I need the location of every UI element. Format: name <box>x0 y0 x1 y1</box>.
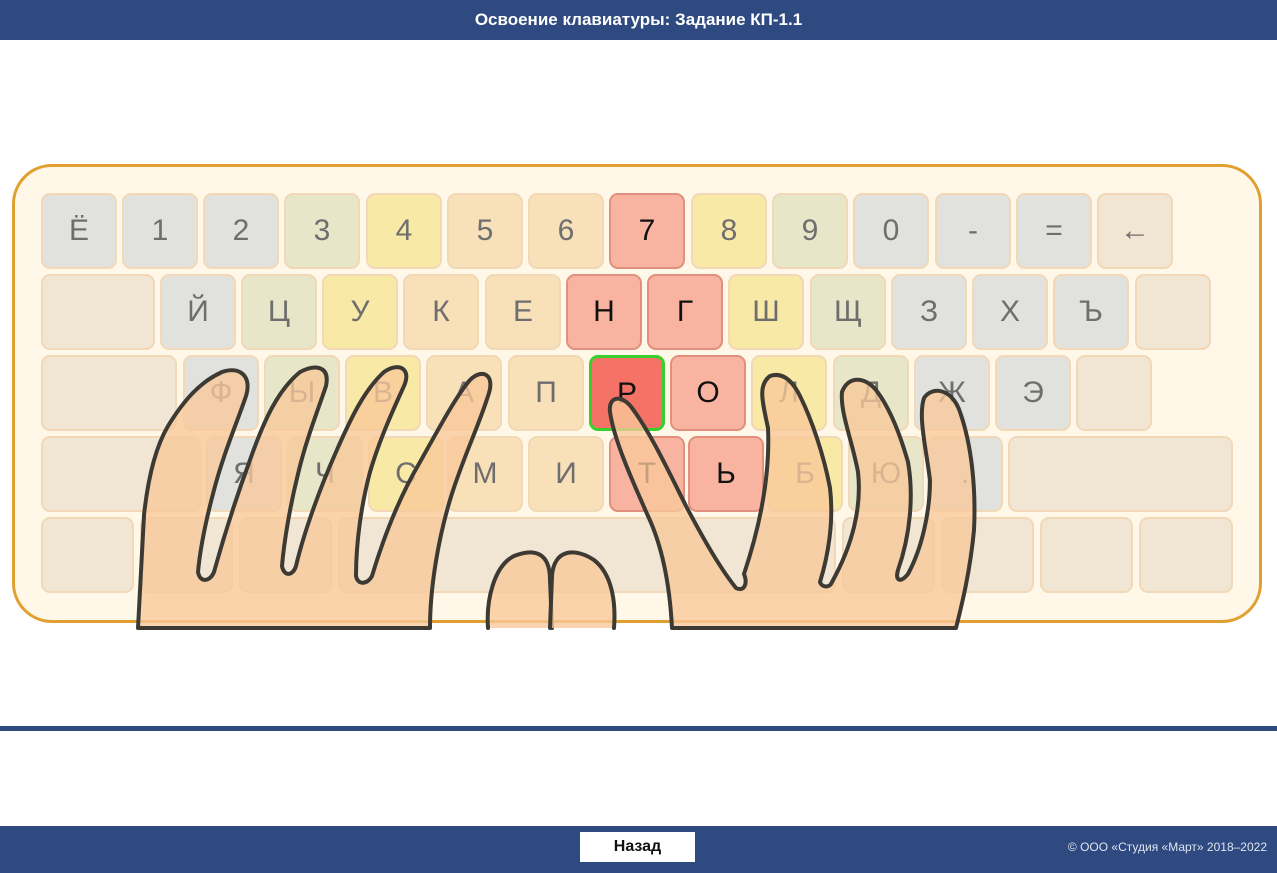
key-f[interactable]: Ф <box>183 355 259 431</box>
key-yu[interactable]: Ю <box>848 436 924 512</box>
key-backslash[interactable] <box>1135 274 1211 350</box>
key-caps-lock[interactable] <box>41 355 177 431</box>
key-right-shift[interactable] <box>1008 436 1233 512</box>
key-zh[interactable]: Ж <box>914 355 990 431</box>
footer-bar: Назад © ООО «Студия «Март» 2018–2022 <box>0 826 1277 873</box>
key-yo[interactable]: Ё <box>41 193 117 269</box>
key-s[interactable]: С <box>368 436 444 512</box>
back-button[interactable]: Назад <box>580 832 695 862</box>
key-7[interactable]: 7 <box>609 193 685 269</box>
key-n[interactable]: Н <box>566 274 642 350</box>
key-ts[interactable]: Ц <box>241 274 317 350</box>
key-e[interactable]: Е <box>485 274 561 350</box>
key-2[interactable]: 2 <box>203 193 279 269</box>
page-title: Освоение клавиатуры: Задание КП-1.1 <box>0 0 1277 40</box>
key-z[interactable]: З <box>891 274 967 350</box>
key-o[interactable]: О <box>670 355 746 431</box>
key-p[interactable]: П <box>508 355 584 431</box>
key-t[interactable]: Т <box>609 436 685 512</box>
key-soft-sign[interactable]: Ь <box>688 436 764 512</box>
key-k[interactable]: К <box>403 274 479 350</box>
key-4[interactable]: 4 <box>366 193 442 269</box>
key-d[interactable]: Д <box>833 355 909 431</box>
key-l[interactable]: Л <box>751 355 827 431</box>
separator-line <box>0 726 1277 731</box>
key-3[interactable]: 3 <box>284 193 360 269</box>
key-period[interactable]: . <box>927 436 1003 512</box>
key-sh[interactable]: Ш <box>728 274 804 350</box>
key-0[interactable]: 0 <box>853 193 929 269</box>
key-b[interactable]: Б <box>767 436 843 512</box>
key-m[interactable]: М <box>447 436 523 512</box>
key-r-current[interactable]: Р <box>589 355 665 431</box>
key-1[interactable]: 1 <box>122 193 198 269</box>
key-9[interactable]: 9 <box>772 193 848 269</box>
key-right-win[interactable] <box>941 517 1034 593</box>
key-j[interactable]: Й <box>160 274 236 350</box>
key-g[interactable]: Г <box>647 274 723 350</box>
key-right-alt[interactable] <box>842 517 935 593</box>
key-left-alt[interactable] <box>239 517 332 593</box>
key-left-shift[interactable] <box>41 436 201 512</box>
key-enter[interactable] <box>1076 355 1152 431</box>
key-v[interactable]: В <box>345 355 421 431</box>
key-shch[interactable]: Щ <box>810 274 886 350</box>
key-a[interactable]: А <box>426 355 502 431</box>
key-5[interactable]: 5 <box>447 193 523 269</box>
key-space[interactable] <box>338 517 836 593</box>
key-ch[interactable]: Ч <box>287 436 363 512</box>
key-tab[interactable] <box>41 274 155 350</box>
key-8[interactable]: 8 <box>691 193 767 269</box>
key-i[interactable]: И <box>528 436 604 512</box>
key-backspace[interactable]: ← <box>1097 193 1173 269</box>
key-y[interactable]: Ы <box>264 355 340 431</box>
key-u[interactable]: У <box>322 274 398 350</box>
key-h[interactable]: Х <box>972 274 1048 350</box>
key-menu[interactable] <box>1040 517 1133 593</box>
key-hard-sign[interactable]: Ъ <box>1053 274 1129 350</box>
key-6[interactable]: 6 <box>528 193 604 269</box>
key-minus[interactable]: - <box>935 193 1011 269</box>
key-eh[interactable]: Э <box>995 355 1071 431</box>
key-left-win[interactable] <box>140 517 233 593</box>
key-right-ctrl[interactable] <box>1139 517 1233 593</box>
copyright-text: © ООО «Студия «Март» 2018–2022 <box>1067 840 1267 854</box>
key-left-ctrl[interactable] <box>41 517 134 593</box>
key-ya[interactable]: Я <box>206 436 282 512</box>
key-equals[interactable]: = <box>1016 193 1092 269</box>
